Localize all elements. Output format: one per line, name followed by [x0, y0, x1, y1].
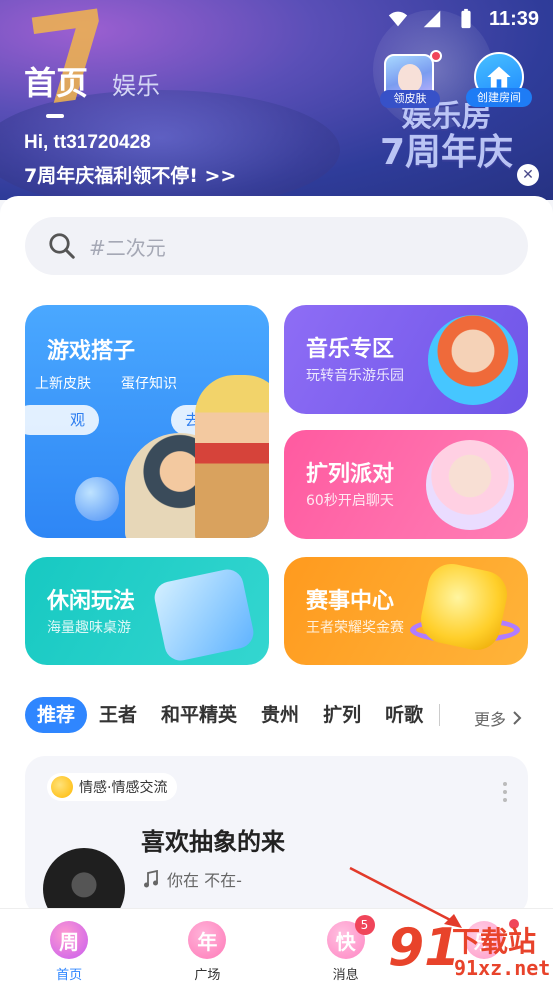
- signal-icon: [423, 10, 441, 28]
- create-room-button[interactable]: 创建房间: [466, 52, 532, 108]
- category-tabs: 推荐 王者 和平精英 贵州 扩列 听歌: [25, 697, 535, 733]
- category-tab[interactable]: 贵州: [249, 697, 311, 733]
- nav-square[interactable]: 年 广场: [138, 909, 276, 983]
- nav-home[interactable]: 周 首页: [0, 909, 138, 983]
- card-music-zone[interactable]: 音乐专区 玩转音乐游乐园: [284, 305, 528, 414]
- card-art-character: [428, 315, 518, 405]
- card-title: 赛事中心: [306, 589, 395, 614]
- greeting-text: Hi, tt31720428: [24, 132, 151, 153]
- ticker-item: 蛋仔知识: [121, 376, 177, 392]
- room-avatar: [43, 848, 125, 916]
- close-icon: ✕: [522, 167, 534, 183]
- status-time: 11:39: [488, 7, 539, 30]
- card-game-partner[interactable]: 游戏搭子 上新皮肤 蛋仔知识 观 去围: [25, 305, 269, 538]
- category-tab[interactable]: 王者: [87, 697, 149, 733]
- category-tab[interactable]: 扩列: [311, 697, 373, 733]
- card-title: 休闲玩法: [47, 589, 136, 614]
- card-subtitle: 玩转音乐游乐园: [306, 368, 404, 384]
- watermark-url: 91xz.net: [454, 956, 551, 980]
- nav-home-icon: 周: [50, 921, 89, 959]
- notification-dot: [430, 50, 442, 62]
- wifi-icon: [388, 11, 408, 27]
- card-event-center[interactable]: 赛事中心 王者荣耀奖金赛: [284, 557, 528, 665]
- nav-label: 广场: [194, 968, 221, 983]
- card-party[interactable]: 扩列派对 60秒开启聊天: [284, 430, 528, 539]
- category-tab[interactable]: 推荐: [25, 697, 88, 733]
- close-banner-button[interactable]: ✕: [517, 164, 539, 186]
- room-tag-label: 情感·情感交流: [79, 780, 168, 796]
- watermark-number: 91: [388, 918, 461, 978]
- room-now-playing: 你在 不在-: [143, 867, 242, 891]
- create-room-label: 创建房间: [466, 88, 532, 107]
- tab-entertainment[interactable]: 娱乐: [112, 66, 160, 104]
- more-label: 更多: [474, 710, 507, 729]
- chevron-right-icon: [513, 711, 522, 725]
- category-tab[interactable]: 听歌: [373, 697, 435, 733]
- get-skin-button[interactable]: 领皮肤: [380, 50, 442, 108]
- more-categories-button[interactable]: 更多: [474, 706, 522, 730]
- card-ticker: 上新皮肤 蛋仔知识: [35, 373, 177, 393]
- card-title: 游戏搭子: [47, 339, 136, 364]
- card-art-character: [195, 375, 269, 538]
- card-subtitle: 王者荣耀奖金赛: [306, 620, 404, 636]
- emoji-icon: [51, 776, 73, 798]
- room-title: 喜欢抽象的来: [141, 828, 285, 856]
- search-icon: [49, 233, 75, 259]
- card-casual-games[interactable]: 休闲玩法 海量趣味桌游: [25, 557, 269, 665]
- puzzle-icon: [151, 566, 257, 664]
- nav-square-icon: 年: [188, 921, 227, 959]
- banner-anniversary-title: 娱乐房 7周年庆: [380, 100, 513, 173]
- card-art-ball: [75, 477, 119, 521]
- song-title: 你在 不在-: [167, 871, 242, 890]
- card-title: 音乐专区: [306, 337, 395, 362]
- ticker-pill-button[interactable]: 观: [25, 405, 99, 435]
- card-art-character: [426, 440, 514, 530]
- banner-anniv-line2: 7周年庆: [379, 132, 513, 173]
- nav-label: 消息: [332, 968, 359, 983]
- card-subtitle: 海量趣味桌游: [47, 620, 131, 636]
- top-tabs: 首页 娱乐: [24, 58, 160, 118]
- ticker-item: 上新皮肤: [35, 376, 91, 392]
- get-skin-label: 领皮肤: [380, 90, 440, 108]
- watermark-title: 下载站: [452, 925, 537, 958]
- more-options-icon[interactable]: [503, 782, 507, 802]
- battery-icon: [461, 8, 471, 29]
- nav-label: 首页: [56, 968, 83, 983]
- search-input[interactable]: #二次元: [25, 217, 528, 275]
- category-tab[interactable]: 和平精英: [149, 697, 249, 733]
- music-note-icon: [144, 870, 158, 888]
- search-placeholder: #二次元: [89, 235, 166, 260]
- watermark-logo: 91 下载站 91xz.net: [388, 918, 553, 983]
- card-subtitle: 60秒开启聊天: [306, 493, 394, 509]
- card-title: 扩列派对: [306, 462, 395, 487]
- status-bar: 11:39: [387, 0, 553, 38]
- divider: [439, 704, 441, 726]
- promo-link[interactable]: 7周年庆福利领不停! >>: [24, 161, 236, 188]
- room-tag: 情感·情感交流: [47, 773, 178, 801]
- tab-home[interactable]: 首页: [24, 58, 88, 118]
